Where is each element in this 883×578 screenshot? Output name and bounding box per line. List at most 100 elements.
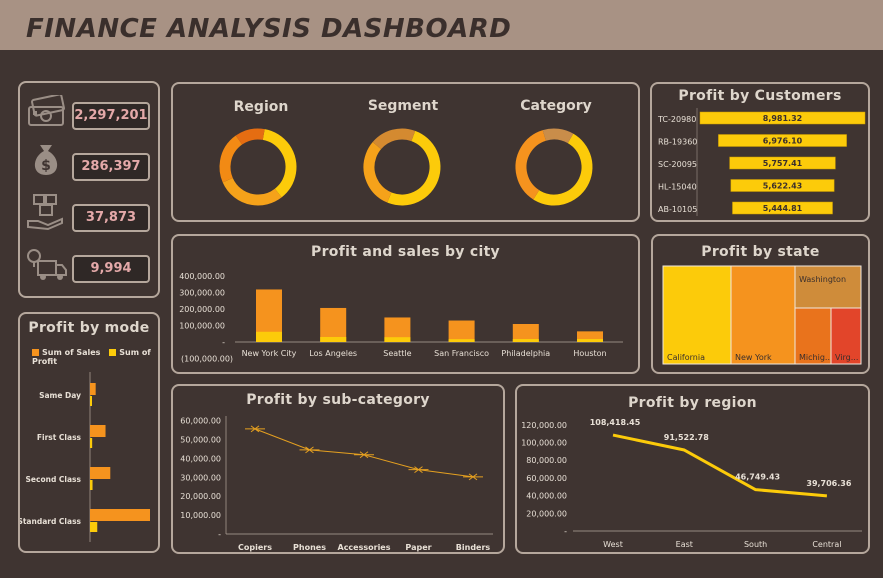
boxes-hand-icon xyxy=(27,194,63,231)
region-ytick: 60,000.00 xyxy=(526,474,567,483)
state-label: New York xyxy=(735,353,772,362)
region-ytick: - xyxy=(564,527,567,536)
region-label: East xyxy=(676,540,693,549)
city-ytick: 400,000.00 xyxy=(179,272,225,281)
donut-label-segment: Segment xyxy=(368,98,439,114)
mode-label: Second Class xyxy=(26,475,82,484)
customer-value-label: 6,976.10 xyxy=(763,137,803,146)
customers-chart: TC-20980 8,981.32 RB-19360 6,976.10 SC-20095… xyxy=(657,108,866,216)
state-treemap: California New York Washington Michig... Vir… xyxy=(662,265,862,365)
city-label: New York City xyxy=(242,349,297,358)
region-label: Central xyxy=(812,540,841,549)
region-ytick: 20,000.00 xyxy=(526,509,567,518)
mode-label: First Class xyxy=(37,433,82,442)
subcategory-chart: 60,000.00 50,000.00 40,000.00 30,000.00 20,0… xyxy=(180,416,493,552)
donut-label-category: Category xyxy=(520,98,592,114)
city-chart: 400,000.00 300,000.00 200,000.00 100,000.00… xyxy=(179,272,623,364)
subcat-point xyxy=(299,446,320,454)
state-tile xyxy=(794,265,862,309)
state-label: California xyxy=(667,353,705,362)
panel-title: Profit by Customers xyxy=(678,88,842,104)
profit-by-region-panel: Profit by region 120,000.00 100,000.00 80,… xyxy=(515,384,870,554)
customer-label: HL-15040 xyxy=(658,183,697,192)
city-label: Houston xyxy=(573,349,606,358)
state-label: Washington xyxy=(799,275,846,284)
region-ytick: 80,000.00 xyxy=(526,456,567,465)
mode-profit-bar xyxy=(90,522,98,532)
region-value-label: 91,522.78 xyxy=(664,433,709,442)
subcat-label: Phones xyxy=(293,543,326,552)
mode-profit-bar xyxy=(90,438,93,448)
mode-sales-bar xyxy=(90,509,150,521)
city-profit-bar xyxy=(384,337,411,342)
subcat-line xyxy=(254,428,474,478)
city-ytick: 200,000.00 xyxy=(179,305,225,314)
customer-label: SC-20095 xyxy=(658,160,697,169)
city-ytick: - xyxy=(222,338,225,347)
subcat-label: Accessories xyxy=(338,543,391,552)
subcat-ytick: 40,000.00 xyxy=(180,454,221,463)
subcat-ytick: 30,000.00 xyxy=(180,473,221,482)
city-ytick: 300,000.00 xyxy=(179,289,225,298)
mode-sales-bar xyxy=(90,383,96,395)
donut-category xyxy=(515,128,593,206)
customer-value-label: 5,444.81 xyxy=(763,204,803,213)
dashboard-title: FINANCE ANALYSIS DASHBOARD xyxy=(26,14,512,44)
customer-label: RB-19360 xyxy=(658,138,697,147)
region-label: South xyxy=(744,540,767,549)
city-profit-bar xyxy=(448,339,475,342)
kpi-value: 37,873 xyxy=(72,204,150,232)
city-profit-bar xyxy=(320,336,347,342)
donut-label-region: Region xyxy=(234,99,289,115)
kpi-panel: 2,297,201 $ 286,397 37,873 9,994 xyxy=(18,81,160,298)
profit-by-mode-panel: Profit by mode Sum of Sales Sum of Profi… xyxy=(18,312,160,553)
customer-value-label: 5,622.43 xyxy=(763,182,802,191)
region-value-label: 108,418.45 xyxy=(590,418,641,427)
svg-text:$: $ xyxy=(41,158,51,174)
state-tile xyxy=(662,265,732,365)
city-ytick: (100,000.00) xyxy=(181,355,233,364)
profit-sales-city-panel: Profit and sales by city 400,000.00 300,0… xyxy=(171,234,640,374)
region-ytick: 120,000.00 xyxy=(521,421,567,430)
subcat-label: Copiers xyxy=(238,543,272,552)
region-ytick: 40,000.00 xyxy=(526,492,567,501)
subcat-ytick: 50,000.00 xyxy=(180,436,221,445)
city-profit-bar xyxy=(512,339,539,342)
city-profit-bar xyxy=(577,339,603,342)
money-bag-icon: $ xyxy=(34,145,58,175)
city-sales-bar xyxy=(320,307,347,342)
donut-segment xyxy=(363,128,441,206)
mode-profit-bar xyxy=(90,396,92,406)
city-label: Los Angeles xyxy=(309,349,357,358)
region-ytick: 100,000.00 xyxy=(521,439,567,448)
mode-chart: Same Day First Class Second Class Standard … xyxy=(20,372,150,542)
city-label: San Francisco xyxy=(434,349,489,358)
state-label: Michig... xyxy=(799,353,833,362)
customer-label: TC-20980 xyxy=(657,115,696,124)
region-value-label: 39,706.36 xyxy=(806,479,851,488)
profit-by-subcategory-panel: Profit by sub-category 60,000.00 50,000.0… xyxy=(171,384,505,554)
subcat-ytick: 10,000.00 xyxy=(180,511,221,520)
kpi-value: 2,297,201 xyxy=(72,102,150,130)
donut-region xyxy=(219,128,297,206)
customer-value-label: 8,981.32 xyxy=(763,114,802,123)
profit-by-customers-panel: Profit by Customers TC-20980 8,981.32 RB-1… xyxy=(650,82,870,222)
kpi-value: 286,397 xyxy=(72,153,150,181)
city-profit-bar xyxy=(256,331,282,342)
state-label: Virg... xyxy=(835,353,858,362)
donut-panel: Region Segment Category xyxy=(171,82,640,222)
customer-label: AB-10105 xyxy=(658,205,697,214)
kpi-value: 9,994 xyxy=(72,255,150,283)
region-value-label: 46,749.43 xyxy=(735,473,780,482)
subcat-ytick: - xyxy=(218,530,221,539)
subcat-point xyxy=(463,473,483,481)
subcat-ytick: 60,000.00 xyxy=(180,417,221,426)
city-sales-bar xyxy=(448,320,475,342)
donut-charts: Region Segment Category xyxy=(219,98,593,206)
subcat-ytick: 20,000.00 xyxy=(180,492,221,501)
mode-profit-bar xyxy=(90,480,93,490)
subcat-point xyxy=(245,425,265,433)
city-label: Seattle xyxy=(383,349,411,358)
subcat-label: Paper xyxy=(405,543,431,552)
region-chart: 120,000.00 100,000.00 80,000.00 60,000.00 40… xyxy=(521,418,862,549)
